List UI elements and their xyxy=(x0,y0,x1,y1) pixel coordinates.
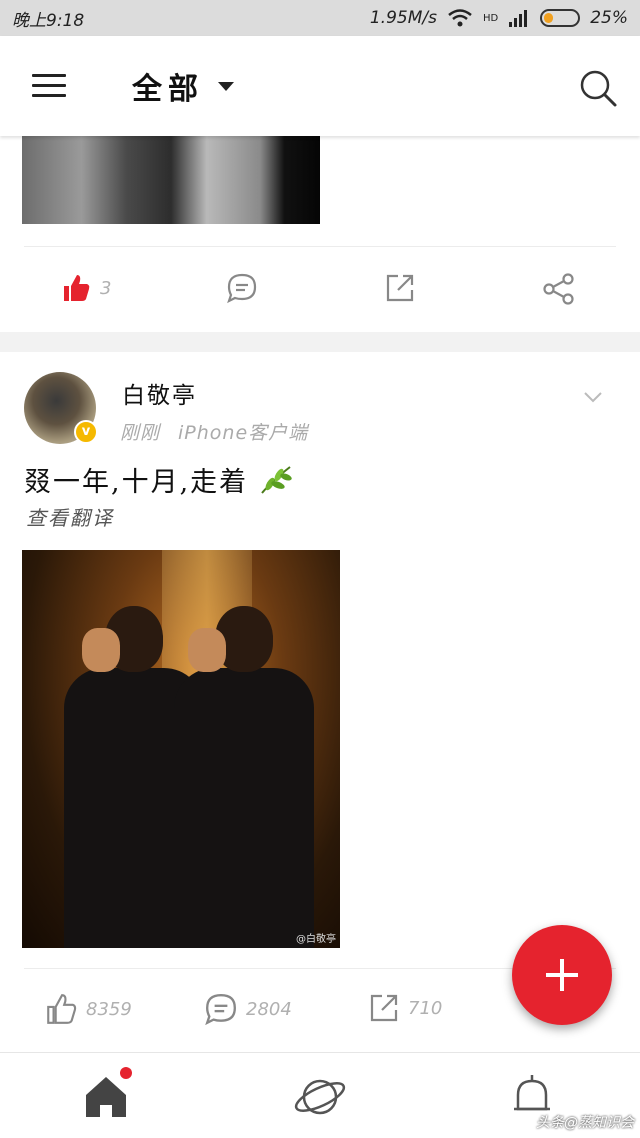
author-name[interactable]: 白敬亭 xyxy=(122,376,197,410)
share-icon xyxy=(543,273,574,305)
nav-discover[interactable] xyxy=(290,1067,350,1127)
comment-button[interactable]: 2804 xyxy=(204,992,292,1026)
bottom-nav: 头条@蒸知识会 xyxy=(0,1052,640,1138)
post-source: iPhone客户端 xyxy=(178,422,309,444)
repost-button[interactable] xyxy=(384,272,416,304)
repost-button[interactable]: 710 xyxy=(368,992,442,1024)
divider xyxy=(24,246,616,247)
verified-badge-icon: v xyxy=(74,420,98,444)
translate-link[interactable]: 查看翻译 xyxy=(26,502,114,531)
signal-icon xyxy=(509,10,528,27)
page-title: 全部 xyxy=(132,72,204,107)
share-button[interactable] xyxy=(542,272,576,306)
leaf-emoji-icon xyxy=(261,465,292,494)
thumbs-up-icon xyxy=(47,994,77,1024)
compose-button[interactable] xyxy=(512,925,612,1025)
caret-down-icon xyxy=(218,81,234,91)
post-card: 3 xyxy=(0,136,640,332)
feed-filter-dropdown[interactable]: 全部 xyxy=(132,64,234,108)
post-time: 刚刚 xyxy=(120,422,161,444)
comment-count: 2804 xyxy=(246,998,292,1020)
discover-planet-icon xyxy=(294,1079,346,1115)
menu-icon[interactable] xyxy=(32,74,66,98)
like-button[interactable]: 3 xyxy=(60,272,111,304)
status-indicators: 1.95M/s HD 25% xyxy=(370,8,628,28)
post-image[interactable] xyxy=(22,136,320,224)
network-speed: 1.95M/s xyxy=(369,8,437,28)
like-count: 3 xyxy=(100,277,112,299)
post-actions: 3 xyxy=(0,254,640,324)
image-watermark: 头条@蒸知识会 xyxy=(536,1115,634,1131)
photo-watermark: @白敬亭 xyxy=(296,934,336,945)
post-meta: 刚刚 iPhone客户端 xyxy=(120,418,308,445)
post-photo[interactable]: @白敬亭 xyxy=(22,550,340,948)
comment-icon xyxy=(227,273,257,304)
like-count: 8359 xyxy=(86,998,132,1020)
comment-icon xyxy=(205,994,236,1026)
battery-percent: 25% xyxy=(590,8,628,28)
wifi-icon xyxy=(448,9,472,27)
repost-icon xyxy=(386,274,414,302)
chevron-down-icon[interactable] xyxy=(582,386,604,408)
battery-icon xyxy=(540,9,581,27)
thumbs-up-icon xyxy=(64,275,90,301)
post-text: 叕一年,十月,走着 xyxy=(24,460,294,499)
status-time: 晚上9:18 xyxy=(12,10,85,31)
nav-home[interactable] xyxy=(76,1067,136,1127)
repost-icon xyxy=(370,994,398,1022)
repost-count: 710 xyxy=(408,997,443,1019)
comment-button[interactable] xyxy=(226,272,258,304)
notification-dot xyxy=(120,1067,132,1079)
photo-figure xyxy=(174,606,314,948)
like-button[interactable]: 8359 xyxy=(44,992,132,1026)
post-text-content: 叕一年,十月,走着 xyxy=(24,467,249,498)
status-bar: 晚上9:18 1.95M/s HD 25% xyxy=(0,0,640,36)
search-icon[interactable] xyxy=(578,68,618,108)
hd-label: HD xyxy=(482,12,499,24)
app-bar: 全部 xyxy=(0,36,640,136)
